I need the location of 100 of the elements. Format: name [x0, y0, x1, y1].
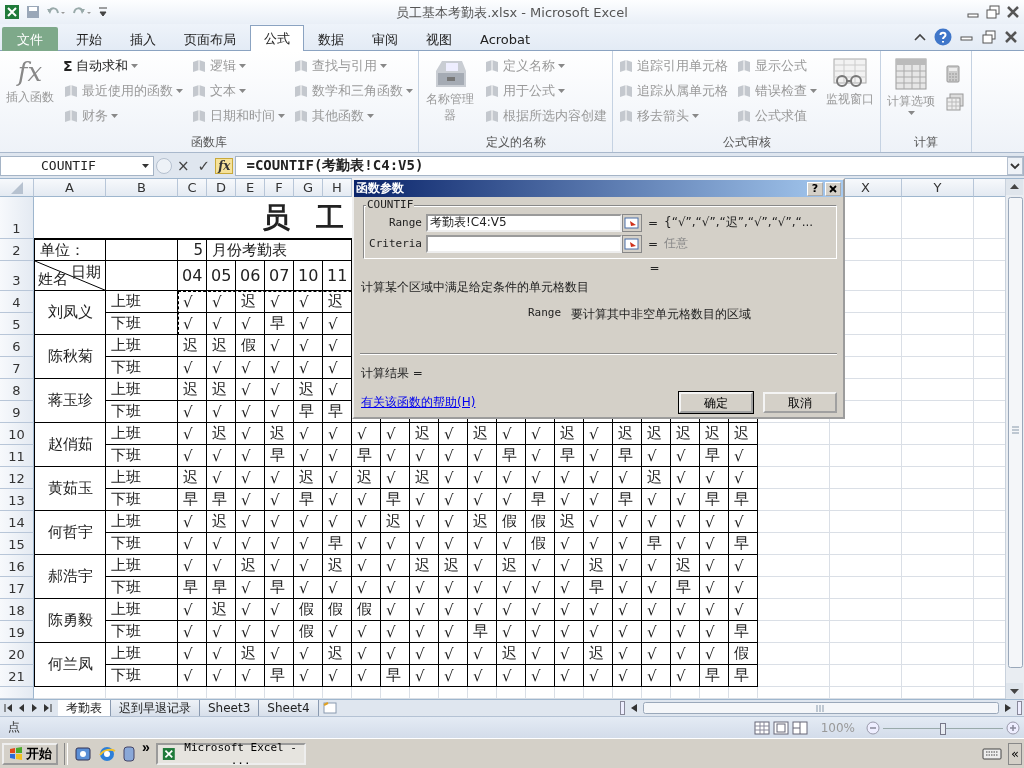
status-mode: 点 [8, 719, 20, 736]
page-layout-icon[interactable] [772, 720, 789, 735]
row-header[interactable]: 2 [0, 239, 34, 261]
sheet-stack-icon[interactable] [946, 93, 964, 111]
row-header[interactable]: 17 [0, 577, 34, 599]
row-header[interactable]: 5 [0, 313, 34, 335]
last-sheet-icon[interactable] [43, 703, 52, 713]
argument-field[interactable]: 考勤表!C4:V5 [426, 213, 622, 232]
collapse-dialog-icon[interactable] [622, 213, 642, 232]
table-cell: 假 [294, 599, 323, 621]
row-header[interactable]: 8 [0, 379, 34, 401]
close-icon[interactable] [1004, 30, 1018, 44]
table-cell: √ [265, 379, 294, 401]
row-header[interactable]: 3 [0, 261, 34, 291]
browser-icon[interactable] [98, 744, 116, 763]
insert-function-button[interactable]: fx [215, 157, 234, 174]
row-header[interactable]: 13 [0, 489, 34, 511]
expand-icon[interactable] [1007, 156, 1023, 175]
table-cell: √ [671, 599, 700, 621]
scroll-up-icon[interactable] [1006, 179, 1023, 195]
ok-button[interactable]: 确定 [679, 392, 753, 413]
row-header[interactable]: 14 [0, 511, 34, 533]
help-button[interactable]: ? [807, 181, 823, 196]
argument-field[interactable] [426, 234, 622, 253]
ribbon-tab[interactable]: 页面布局 [170, 27, 250, 51]
help-icon[interactable] [934, 28, 952, 46]
row-header[interactable]: 4 [0, 291, 34, 313]
zoom-out-icon[interactable] [866, 720, 880, 735]
ribbon-tab[interactable]: Acrobat [466, 27, 545, 51]
row-header[interactable]: 15 [0, 533, 34, 555]
row-header[interactable]: 11 [0, 445, 34, 467]
column-header[interactable]: E [236, 179, 265, 197]
show-tray-button[interactable]: « [1008, 742, 1022, 765]
select-all-button[interactable] [0, 179, 34, 197]
media-icon[interactable] [122, 744, 136, 763]
ribbon-tab[interactable]: 视图 [412, 27, 466, 51]
cancel-button[interactable]: × [174, 156, 193, 175]
slider-thumb[interactable] [940, 722, 946, 735]
normal-view-icon[interactable] [753, 720, 770, 735]
row-header[interactable]: 19 [0, 621, 34, 643]
help-link[interactable]: 有关该函数的帮助(H) [361, 395, 476, 409]
cancel-button[interactable]: 取消 [763, 392, 837, 413]
split-handle[interactable] [1017, 701, 1022, 715]
customize-icon[interactable] [98, 5, 108, 19]
sheet-tab[interactable]: 考勤表 [58, 700, 111, 716]
collapse-dialog-icon[interactable] [622, 234, 642, 253]
column-header[interactable]: H [323, 179, 352, 197]
row-header[interactable]: 10 [0, 423, 34, 445]
first-sheet-icon[interactable] [4, 703, 13, 713]
column-header[interactable]: Y [902, 179, 974, 197]
sheet-tab[interactable]: Sheet3 [200, 700, 260, 716]
keyboard-icon[interactable] [982, 746, 1003, 761]
ribbon-tab[interactable]: 开始 [62, 27, 116, 51]
ribbon-tab[interactable]: 公式 [250, 25, 304, 51]
row-header[interactable]: 18 [0, 599, 34, 621]
row-header[interactable]: 6 [0, 335, 34, 357]
column-header[interactable]: A [34, 179, 106, 197]
column-header[interactable]: C [178, 179, 207, 197]
close-button[interactable] [825, 181, 841, 196]
ribbon-tab[interactable]: 插入 [116, 27, 170, 51]
split-handle[interactable] [620, 701, 625, 715]
empty-cell [902, 511, 974, 533]
next-sheet-icon[interactable] [30, 703, 39, 713]
zoom-in-icon[interactable] [1006, 720, 1020, 735]
formula-field[interactable]: =COUNTIF(考勤表!C4:V5) [235, 155, 1024, 176]
restore-icon[interactable] [982, 30, 996, 44]
scroll-down-icon[interactable] [1006, 683, 1023, 699]
horizontal-scroll-thumb[interactable] [643, 701, 999, 715]
sheet-tab[interactable]: Sheet4 [259, 700, 319, 716]
enter-button[interactable]: ✓ [194, 156, 214, 175]
name-box[interactable]: COUNTIF [0, 155, 154, 176]
collapse-ribbon-icon[interactable] [914, 32, 926, 42]
empty-cell [758, 665, 830, 687]
save-icon[interactable] [26, 5, 40, 19]
taskbar-button[interactable]: Microsoft Excel - ... [155, 742, 306, 765]
column-header[interactable]: F [265, 179, 294, 197]
column-header[interactable]: B [106, 179, 178, 197]
desktop-icon[interactable] [74, 744, 92, 763]
start-button[interactable]: 开始 [2, 742, 58, 765]
row-header[interactable]: 16 [0, 555, 34, 577]
row-header[interactable]: 12 [0, 467, 34, 489]
row-header[interactable]: 9 [0, 401, 34, 423]
row-header[interactable]: 7 [0, 357, 34, 379]
restore-icon[interactable] [986, 5, 1000, 19]
row-header[interactable]: 20 [0, 643, 34, 665]
column-header[interactable]: D [207, 179, 236, 197]
row-header[interactable]: 21 [0, 665, 34, 687]
ribbon-button[interactable]: Σ 自动求和 [61, 55, 185, 77]
table-cell: √ [381, 467, 410, 489]
page-break-icon[interactable] [791, 720, 808, 735]
ribbon-tab[interactable]: 数据 [304, 27, 358, 51]
ribbon-tab[interactable]: 审阅 [358, 27, 412, 51]
sheet-tab[interactable]: 迟到早退记录 [111, 700, 200, 716]
column-header[interactable]: G [294, 179, 323, 197]
row-header[interactable]: 1 [0, 197, 34, 239]
zoom-slider[interactable] [883, 720, 1003, 735]
close-icon[interactable] [1006, 5, 1020, 19]
table-cell: √ [642, 489, 671, 511]
more-button[interactable]: » [142, 739, 150, 755]
previous-sheet-icon[interactable] [17, 703, 26, 713]
